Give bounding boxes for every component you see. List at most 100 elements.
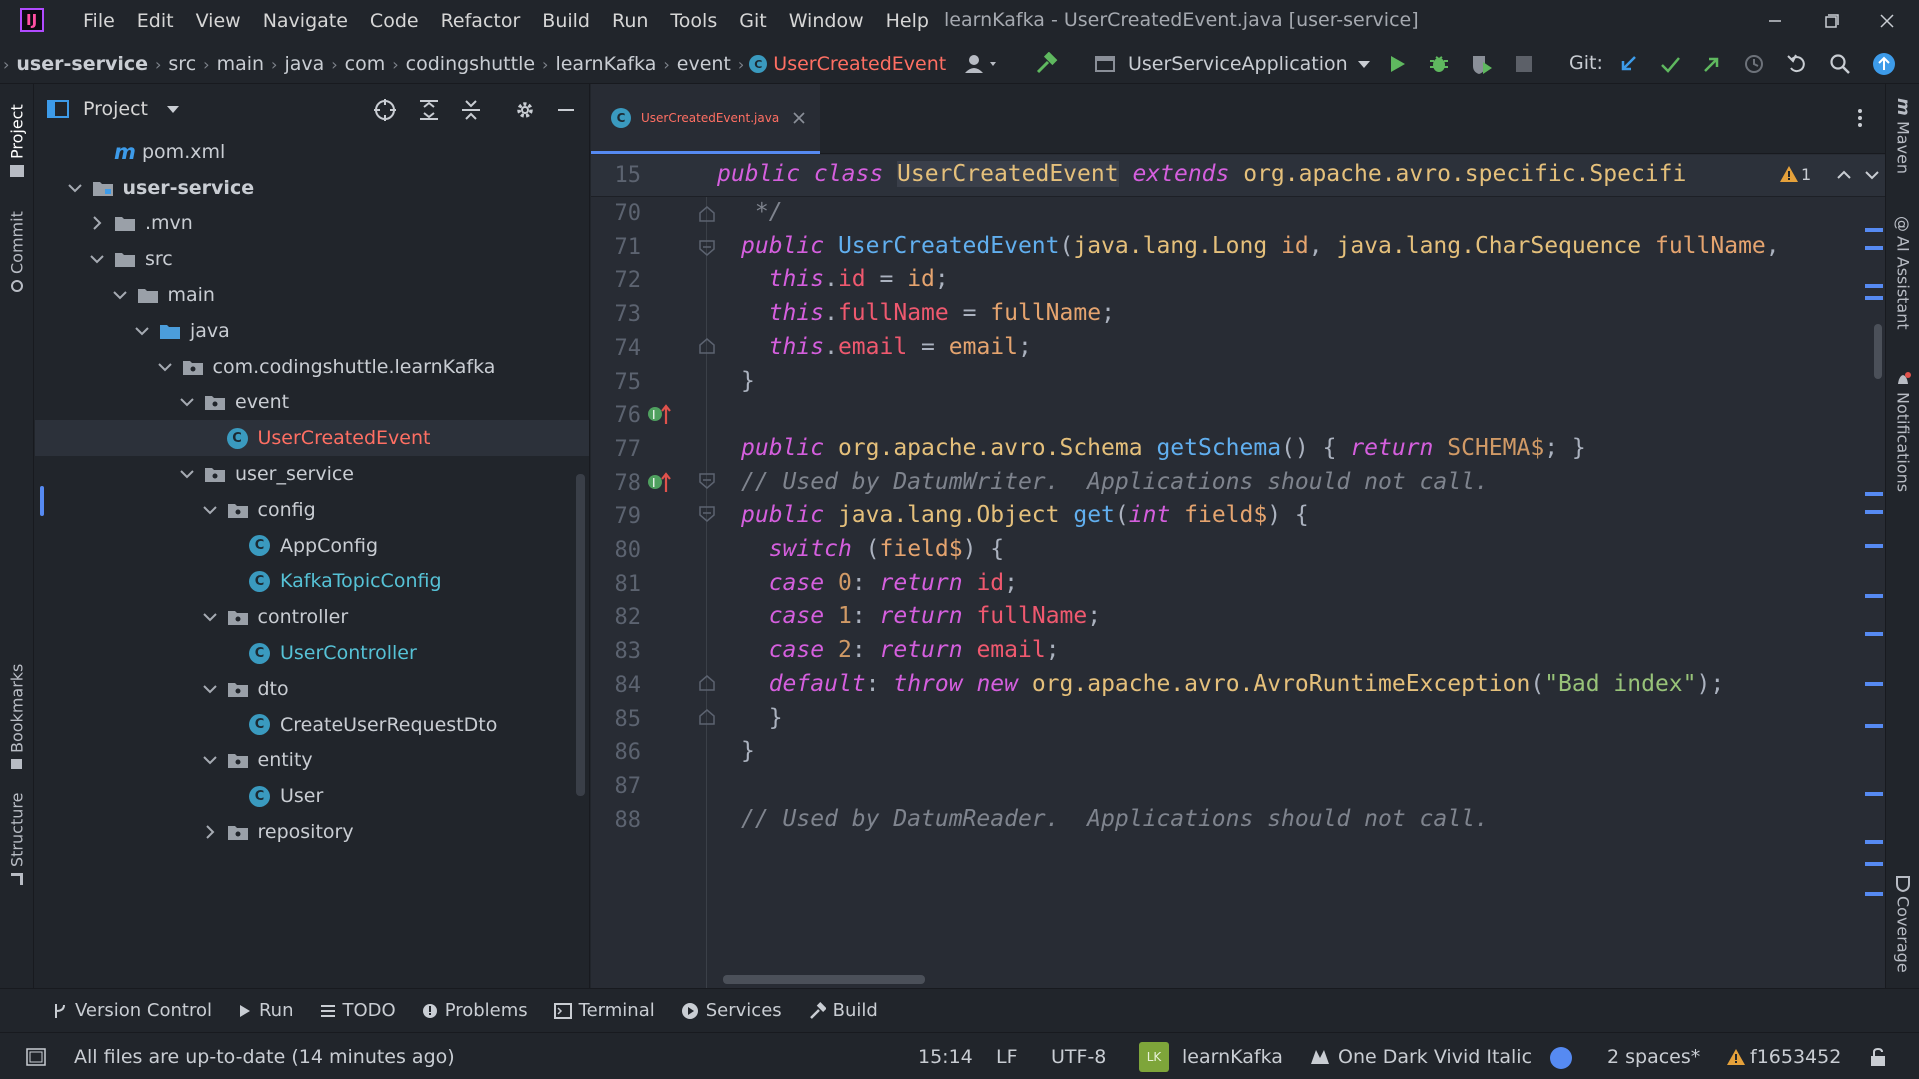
close-tab-icon[interactable] <box>787 108 811 128</box>
project-tool-tab[interactable]: Project <box>2 96 32 186</box>
chevron-down-icon[interactable] <box>66 179 84 197</box>
build-hammer-icon[interactable] <box>1034 52 1060 76</box>
ai-status-icon[interactable] <box>1550 1047 1572 1069</box>
tree-item[interactable]: C User <box>35 778 589 814</box>
fold-end-icon[interactable] <box>698 708 716 726</box>
breadcrumb-item[interactable]: event <box>673 53 735 75</box>
chevron-down-icon[interactable] <box>1863 167 1881 183</box>
chevron-down-icon[interactable] <box>156 358 174 376</box>
sticky-header-line[interactable]: 15 public class UserCreatedEvent extends… <box>591 155 1885 197</box>
file-encoding[interactable]: UTF-8 <box>1051 1046 1106 1068</box>
expand-all-icon[interactable] <box>417 98 441 122</box>
structure-tool-tab[interactable]: Structure <box>2 789 32 889</box>
select-opened-file-icon[interactable] <box>373 98 397 122</box>
tree-item[interactable]: user-service <box>35 170 589 206</box>
commit-tool-tab[interactable]: Commit <box>2 204 32 300</box>
menu-window[interactable]: Window <box>778 0 875 42</box>
project-panel-title[interactable]: Project <box>83 84 148 134</box>
scroll-marker[interactable] <box>1865 724 1883 728</box>
fold-start-icon[interactable] <box>698 239 716 257</box>
chevron-down-icon[interactable] <box>201 680 219 698</box>
ai-assistant-tool-tab[interactable]: @ AI Assistant <box>1888 209 1918 337</box>
project-widget[interactable]: LK learnKafka <box>1139 1042 1283 1072</box>
scroll-marker[interactable] <box>1865 296 1883 300</box>
gear-icon[interactable] <box>513 98 537 122</box>
chevron-right-icon[interactable] <box>201 823 219 841</box>
bookmarks-tool-tab[interactable]: Bookmarks <box>2 664 32 769</box>
history-icon[interactable] <box>1743 53 1765 75</box>
tree-item[interactable]: C UserController <box>35 635 589 671</box>
breadcrumb-item[interactable]: codingshuttle <box>402 53 539 75</box>
tree-item[interactable]: m pom.xml <box>35 134 589 170</box>
git-commit-icon[interactable] <box>1659 53 1681 75</box>
todo-tab[interactable]: TODO <box>320 1000 396 1021</box>
menu-code[interactable]: Code <box>359 0 430 42</box>
tree-item[interactable]: src <box>35 241 589 277</box>
menu-view[interactable]: View <box>185 0 252 42</box>
chevron-down-icon[interactable] <box>133 322 151 340</box>
problems-tab[interactable]: Problems <box>422 1000 528 1021</box>
fold-end-icon[interactable] <box>698 674 716 692</box>
chevron-down-icon[interactable] <box>111 286 129 304</box>
menu-run[interactable]: Run <box>601 0 659 42</box>
scroll-marker[interactable] <box>1865 792 1883 796</box>
code-area[interactable]: 70 */ 71 public UserCreatedEvent(java.lang… <box>591 197 1885 988</box>
scroll-marker[interactable] <box>1865 544 1883 548</box>
scroll-marker[interactable] <box>1865 862 1883 866</box>
hide-panel-icon[interactable] <box>555 98 577 122</box>
menu-build[interactable]: Build <box>531 0 601 42</box>
tree-item[interactable]: C KafkaTopicConfig <box>35 564 589 600</box>
menu-navigate[interactable]: Navigate <box>252 0 359 42</box>
chevron-down-icon[interactable] <box>201 608 219 626</box>
horizontal-scrollbar[interactable] <box>723 975 925 984</box>
menu-edit[interactable]: Edit <box>126 0 185 42</box>
tree-item[interactable]: C UserCreatedEvent <box>35 420 589 457</box>
toggle-tool-windows-icon[interactable] <box>26 1048 46 1066</box>
breadcrumb-item[interactable]: src <box>164 53 200 75</box>
stop-icon[interactable] <box>1515 55 1533 73</box>
implements-marker-icon[interactable]: I <box>647 470 673 494</box>
run-configuration-select[interactable]: UserServiceApplication <box>1094 44 1376 84</box>
restore-icon[interactable] <box>1813 6 1849 36</box>
breadcrumb-item[interactable]: learnKafka <box>551 53 660 75</box>
tab-usercreatedevent[interactable]: C UserCreatedEvent.java <box>591 84 820 154</box>
caret-position[interactable]: 15:14 <box>918 1046 973 1068</box>
scroll-marker[interactable] <box>1865 284 1883 288</box>
warning-counter[interactable]: 1 <box>1779 164 1811 184</box>
tree-item[interactable]: C CreateUserRequestDto <box>35 707 589 743</box>
status-message[interactable]: All files are up-to-date (14 minutes ago… <box>74 1046 455 1068</box>
tree-item[interactable]: .mvn <box>35 206 589 242</box>
git-update-icon[interactable] <box>1617 53 1639 75</box>
line-separator[interactable]: LF <box>996 1046 1018 1068</box>
scroll-marker[interactable] <box>1865 246 1883 250</box>
tree-item[interactable]: dto <box>35 671 589 707</box>
chevron-down-icon[interactable] <box>178 465 196 483</box>
user-icon[interactable] <box>962 52 1002 76</box>
maven-tool-tab[interactable]: m Maven <box>1888 88 1918 184</box>
scroll-marker[interactable] <box>1865 682 1883 686</box>
run-tab[interactable]: Run <box>238 1000 294 1021</box>
chevron-down-icon[interactable] <box>178 393 196 411</box>
services-tab[interactable]: Services <box>681 1000 782 1021</box>
fold-start-icon[interactable] <box>698 472 716 490</box>
tree-item[interactable]: config <box>35 492 589 528</box>
implements-marker-icon[interactable]: I <box>647 402 673 426</box>
chevron-down-icon[interactable] <box>163 100 183 118</box>
scroll-marker[interactable] <box>1865 594 1883 598</box>
collapse-all-icon[interactable] <box>459 98 483 122</box>
update-available-icon[interactable] <box>1872 52 1896 76</box>
chevron-right-icon[interactable] <box>88 214 106 232</box>
menu-tools[interactable]: Tools <box>659 0 728 42</box>
build-tab[interactable]: Build <box>808 1000 878 1021</box>
vertical-scrollbar[interactable] <box>1874 324 1882 379</box>
scroll-marker[interactable] <box>1865 892 1883 896</box>
chevron-down-icon[interactable] <box>88 250 106 268</box>
minimize-icon[interactable] <box>1757 6 1793 36</box>
fold-end-icon[interactable] <box>698 205 716 223</box>
tree-item[interactable]: java <box>35 313 589 349</box>
scroll-marker[interactable] <box>1865 228 1883 232</box>
scroll-marker[interactable] <box>1865 492 1883 496</box>
run-with-coverage-icon[interactable] <box>1470 53 1494 75</box>
indent-setting[interactable]: 2 spaces* <box>1607 1046 1700 1068</box>
menu-file[interactable]: File <box>72 0 126 42</box>
